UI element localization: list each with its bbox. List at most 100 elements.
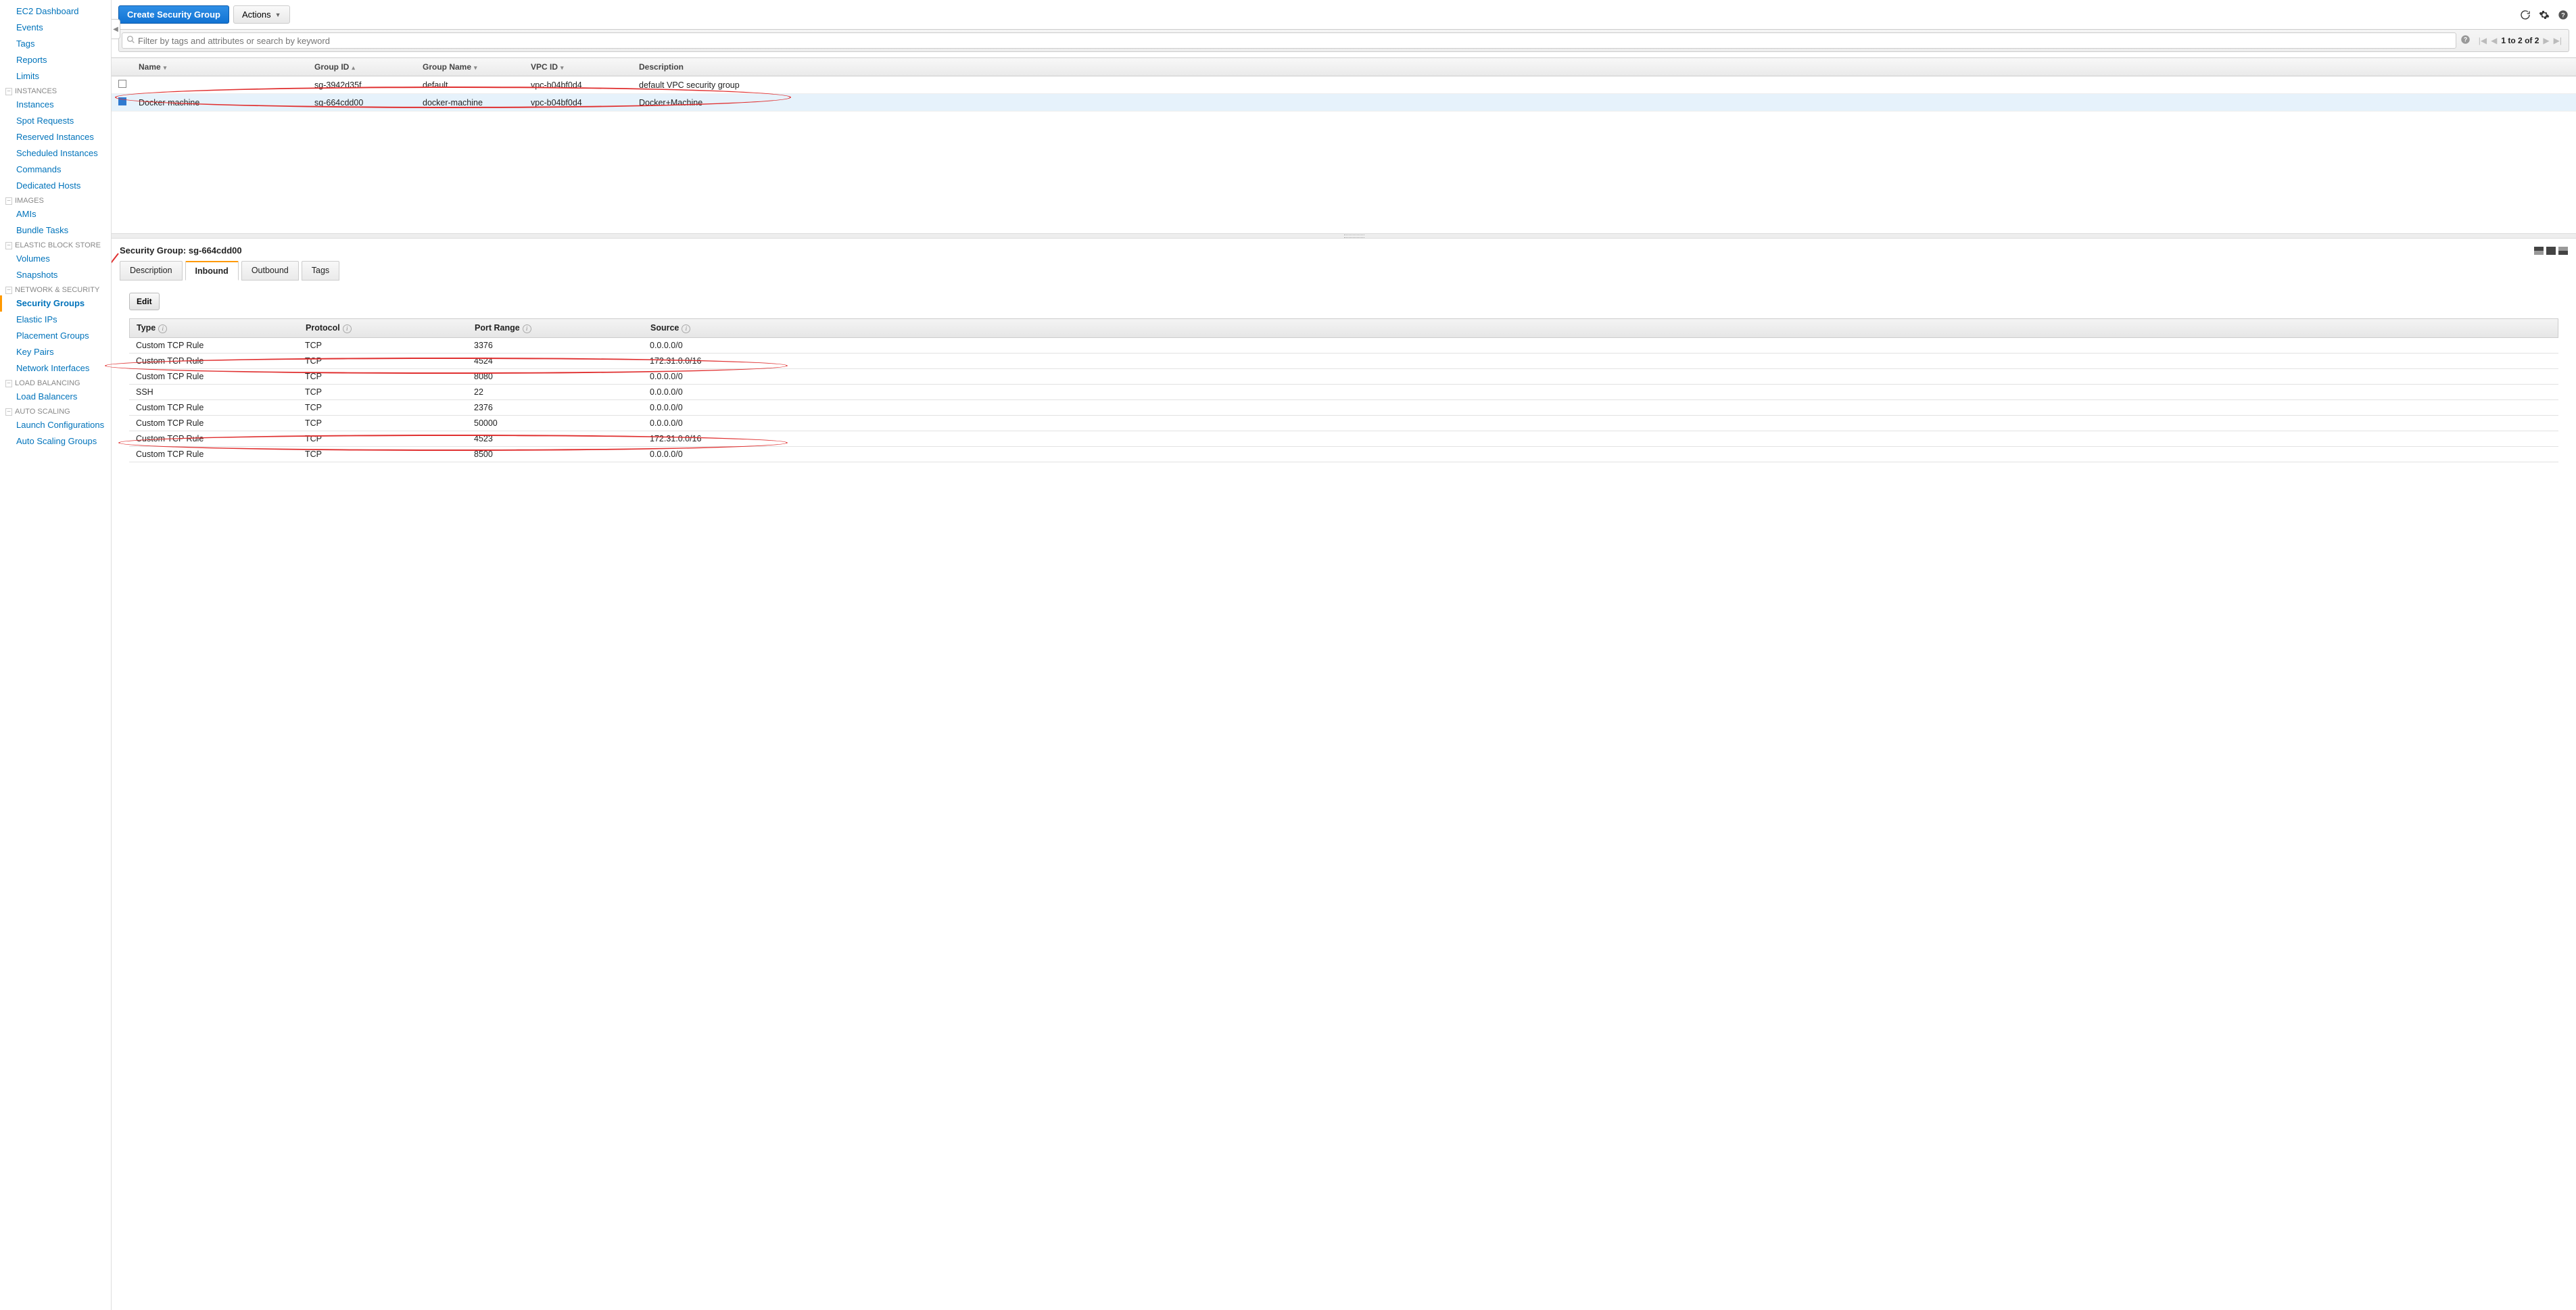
info-icon[interactable]: i — [682, 324, 690, 333]
info-icon[interactable]: i — [343, 324, 352, 333]
search-input[interactable] — [138, 36, 2452, 46]
row-checkbox[interactable] — [118, 97, 126, 105]
rule-source: 0.0.0.0/0 — [650, 372, 2552, 381]
column-group-name[interactable]: Group Name▾ — [423, 62, 531, 72]
rule-port: 4523 — [474, 434, 650, 443]
sidebar-heading-images[interactable]: −IMAGES — [0, 194, 111, 206]
layout-top-icon[interactable] — [2534, 247, 2544, 255]
help-icon[interactable]: ? — [2557, 9, 2569, 21]
pager-last-icon[interactable]: ▶| — [2554, 36, 2562, 45]
sidebar-item-ec2-dashboard[interactable]: EC2 Dashboard — [0, 3, 111, 20]
sidebar-item-volumes[interactable]: Volumes — [0, 251, 111, 267]
column-description[interactable]: Description — [639, 62, 2569, 72]
sidebar-heading-elastic-block-store[interactable]: −ELASTIC BLOCK STORE — [0, 239, 111, 251]
sidebar-item-spot-requests[interactable]: Spot Requests — [0, 113, 111, 129]
sidebar-item-instances[interactable]: Instances — [0, 97, 111, 113]
column-vpc-id[interactable]: VPC ID▾ — [531, 62, 639, 72]
refresh-icon[interactable] — [2519, 9, 2531, 21]
search-icon — [126, 35, 135, 46]
create-security-group-button[interactable]: Create Security Group — [118, 5, 229, 24]
sidebar-item-security-groups[interactable]: Security Groups — [0, 295, 111, 312]
tab-outbound[interactable]: Outbound — [241, 261, 299, 281]
rule-row: Custom TCP RuleTCP23760.0.0.0/0 — [129, 400, 2558, 416]
sidebar-item-events[interactable]: Events — [0, 20, 111, 36]
rule-type: Custom TCP Rule — [136, 372, 305, 381]
sidebar-item-reserved-instances[interactable]: Reserved Instances — [0, 129, 111, 145]
detail-title: Security Group: sg-664cdd00 — [120, 245, 242, 256]
collapse-icon: − — [5, 380, 12, 387]
sidebar-item-bundle-tasks[interactable]: Bundle Tasks — [0, 222, 111, 239]
rule-source: 0.0.0.0/0 — [650, 418, 2552, 428]
rule-source: 0.0.0.0/0 — [650, 450, 2552, 459]
cell-group-name: docker-machine — [423, 98, 531, 107]
layout-switcher — [2534, 247, 2568, 255]
rule-row: Custom TCP RuleTCP80800.0.0.0/0 — [129, 369, 2558, 385]
column-name[interactable]: Name▾ — [139, 62, 314, 72]
info-icon[interactable]: i — [158, 324, 167, 333]
layout-bottom-icon[interactable] — [2558, 247, 2568, 255]
sidebar-item-load-balancers[interactable]: Load Balancers — [0, 389, 111, 405]
rule-port: 50000 — [474, 418, 650, 428]
sidebar-heading-network-security[interactable]: −NETWORK & SECURITY — [0, 283, 111, 295]
search-bar: ? |◀ ◀ 1 to 2 of 2 ▶ ▶| — [118, 29, 2569, 52]
search-help-icon[interactable]: ? — [2460, 34, 2471, 47]
svg-text:?: ? — [2561, 11, 2565, 18]
pager-prev-icon[interactable]: ◀ — [2491, 36, 2497, 45]
rule-protocol: TCP — [305, 418, 474, 428]
rule-source: 172.31.0.0/16 — [650, 356, 2552, 366]
collapse-sidebar-icon[interactable]: ◀ — [112, 19, 120, 39]
sidebar-heading-auto-scaling[interactable]: −AUTO SCALING — [0, 405, 111, 417]
cell-vpc-id: vpc-b04bf0d4 — [531, 80, 639, 90]
tab-description[interactable]: Description — [120, 261, 183, 281]
rule-row: Custom TCP RuleTCP33760.0.0.0/0 — [129, 338, 2558, 354]
rule-type: Custom TCP Rule — [136, 356, 305, 366]
rules-col-port: Port Rangei — [475, 323, 650, 333]
sidebar-item-placement-groups[interactable]: Placement Groups — [0, 328, 111, 344]
table-row[interactable]: Docker machinesg-664cdd00docker-machinev… — [112, 94, 2576, 112]
table-row[interactable]: sg-3942d35fdefaultvpc-b04bf0d4default VP… — [112, 76, 2576, 94]
sidebar-item-elastic-ips[interactable]: Elastic IPs — [0, 312, 111, 328]
sidebar-item-key-pairs[interactable]: Key Pairs — [0, 344, 111, 360]
tab-inbound[interactable]: Inbound — [185, 261, 239, 281]
rule-port: 8500 — [474, 450, 650, 459]
cell-name: Docker machine — [139, 98, 314, 107]
main-panel: ◀ Create Security Group Actions ▼ ? — [112, 0, 2576, 1310]
detail-panel: Security Group: sg-664cdd00 DescriptionI… — [112, 239, 2576, 1310]
actions-dropdown[interactable]: Actions ▼ — [233, 5, 290, 24]
sidebar-item-launch-configurations[interactable]: Launch Configurations — [0, 417, 111, 433]
pager-first-icon[interactable]: |◀ — [2479, 36, 2487, 45]
sidebar-item-reports[interactable]: Reports — [0, 52, 111, 68]
collapse-icon: − — [5, 197, 12, 205]
row-checkbox[interactable] — [118, 80, 126, 88]
rule-type: Custom TCP Rule — [136, 450, 305, 459]
sort-icon: ▾ — [560, 64, 564, 71]
search-input-wrapper[interactable] — [122, 32, 2456, 49]
layout-split-icon[interactable] — [2546, 247, 2556, 255]
sidebar-item-network-interfaces[interactable]: Network Interfaces — [0, 360, 111, 377]
rule-protocol: TCP — [305, 372, 474, 381]
sidebar-item-amis[interactable]: AMIs — [0, 206, 111, 222]
rule-row: Custom TCP RuleTCP4523172.31.0.0/16 — [129, 431, 2558, 447]
gear-icon[interactable] — [2538, 9, 2550, 21]
info-icon[interactable]: i — [523, 324, 531, 333]
tab-tags[interactable]: Tags — [302, 261, 339, 281]
sidebar-item-scheduled-instances[interactable]: Scheduled Instances — [0, 145, 111, 162]
sidebar-item-snapshots[interactable]: Snapshots — [0, 267, 111, 283]
rule-protocol: TCP — [305, 356, 474, 366]
pager-next-icon[interactable]: ▶ — [2543, 36, 2549, 45]
sidebar-item-commands[interactable]: Commands — [0, 162, 111, 178]
sidebar-item-dedicated-hosts[interactable]: Dedicated Hosts — [0, 178, 111, 194]
tabs: DescriptionInboundOutboundTags — [120, 261, 2568, 281]
column-group-id[interactable]: Group ID▴ — [314, 62, 423, 72]
sidebar-item-tags[interactable]: Tags — [0, 36, 111, 52]
sidebar-item-limits[interactable]: Limits — [0, 68, 111, 84]
sidebar-heading-instances[interactable]: −INSTANCES — [0, 84, 111, 97]
splitter[interactable] — [112, 233, 2576, 239]
edit-button[interactable]: Edit — [129, 293, 160, 310]
cell-group-name: default — [423, 80, 531, 90]
sidebar-item-auto-scaling-groups[interactable]: Auto Scaling Groups — [0, 433, 111, 450]
sidebar-heading-load-balancing[interactable]: −LOAD BALANCING — [0, 377, 111, 389]
rule-source: 0.0.0.0/0 — [650, 403, 2552, 412]
rule-port: 2376 — [474, 403, 650, 412]
rule-type: Custom TCP Rule — [136, 418, 305, 428]
